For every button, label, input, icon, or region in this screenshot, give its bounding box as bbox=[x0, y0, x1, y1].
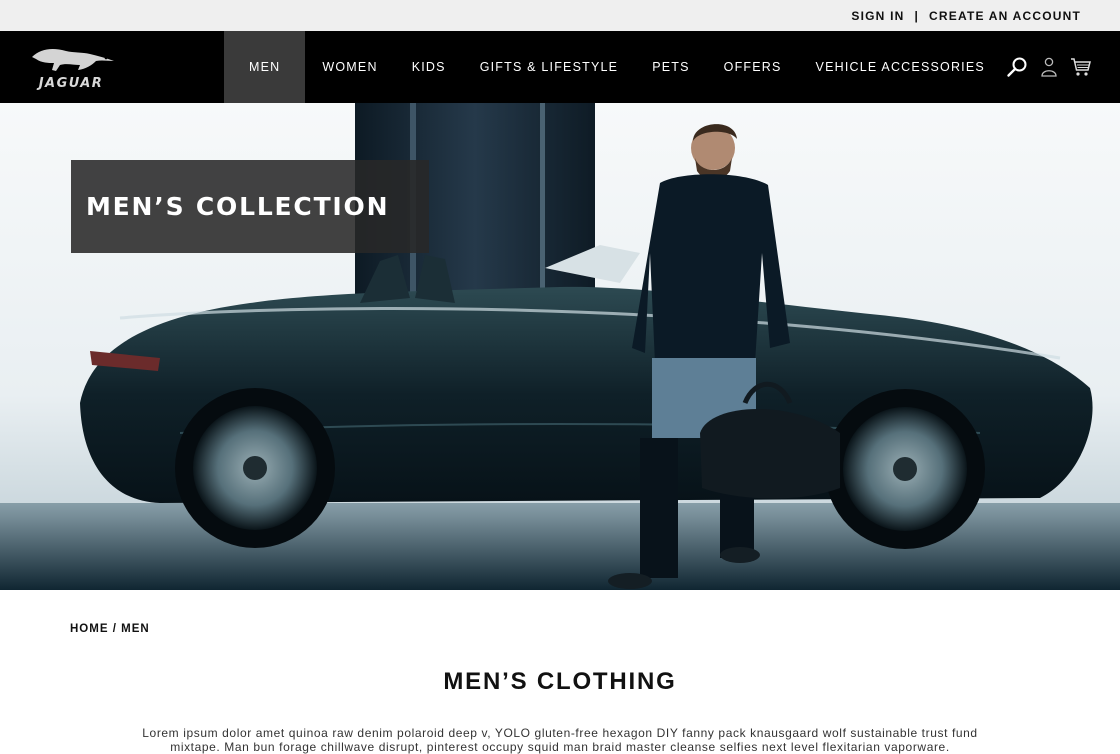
breadcrumb-home[interactable]: HOME bbox=[70, 623, 109, 635]
leaper-icon bbox=[32, 49, 114, 71]
main-nav: JAGUAR MEN WOMEN KIDS GIFTS & LIFESTYLE … bbox=[0, 31, 1120, 103]
sign-in-link[interactable]: SIGN IN bbox=[851, 9, 904, 23]
hero-title-box: MEN’S COLLECTION bbox=[71, 160, 429, 253]
intro-text: Lorem ipsum dolor amet quinoa raw denim … bbox=[142, 726, 978, 754]
cart-icon[interactable] bbox=[1070, 56, 1092, 78]
hero-banner: MEN’S COLLECTION bbox=[0, 103, 1120, 590]
account-links: SIGN IN | CREATE AN ACCOUNT bbox=[851, 0, 1081, 31]
nav-icons bbox=[1006, 31, 1092, 103]
link-separator: | bbox=[914, 8, 920, 23]
page-title: MEN’S CLOTHING bbox=[443, 668, 677, 695]
jaguar-logo[interactable]: JAGUAR bbox=[22, 43, 120, 91]
breadcrumb: HOME / MEN bbox=[70, 623, 150, 635]
breadcrumb-separator: / bbox=[112, 623, 117, 635]
nav-item-women[interactable]: WOMEN bbox=[305, 31, 394, 103]
nav-item-pets[interactable]: PETS bbox=[635, 31, 706, 103]
logo-wordmark: JAGUAR bbox=[38, 76, 104, 91]
utility-bar: SIGN IN | CREATE AN ACCOUNT bbox=[0, 0, 1120, 31]
account-icon[interactable] bbox=[1038, 56, 1060, 78]
breadcrumb-current: MEN bbox=[121, 623, 150, 635]
nav-item-men[interactable]: MEN bbox=[224, 31, 306, 103]
search-icon[interactable] bbox=[1006, 56, 1028, 78]
nav-item-kids[interactable]: KIDS bbox=[395, 31, 463, 103]
nav-item-offers[interactable]: OFFERS bbox=[707, 31, 799, 103]
hero-title: MEN’S COLLECTION bbox=[86, 192, 390, 221]
category-menu: MEN WOMEN KIDS GIFTS & LIFESTYLE PETS OF… bbox=[224, 31, 1002, 103]
nav-item-gifts-lifestyle[interactable]: GIFTS & LIFESTYLE bbox=[463, 31, 636, 103]
nav-item-vehicle-accessories[interactable]: VEHICLE ACCESSORIES bbox=[799, 31, 1002, 103]
create-account-link[interactable]: CREATE AN ACCOUNT bbox=[929, 9, 1081, 23]
